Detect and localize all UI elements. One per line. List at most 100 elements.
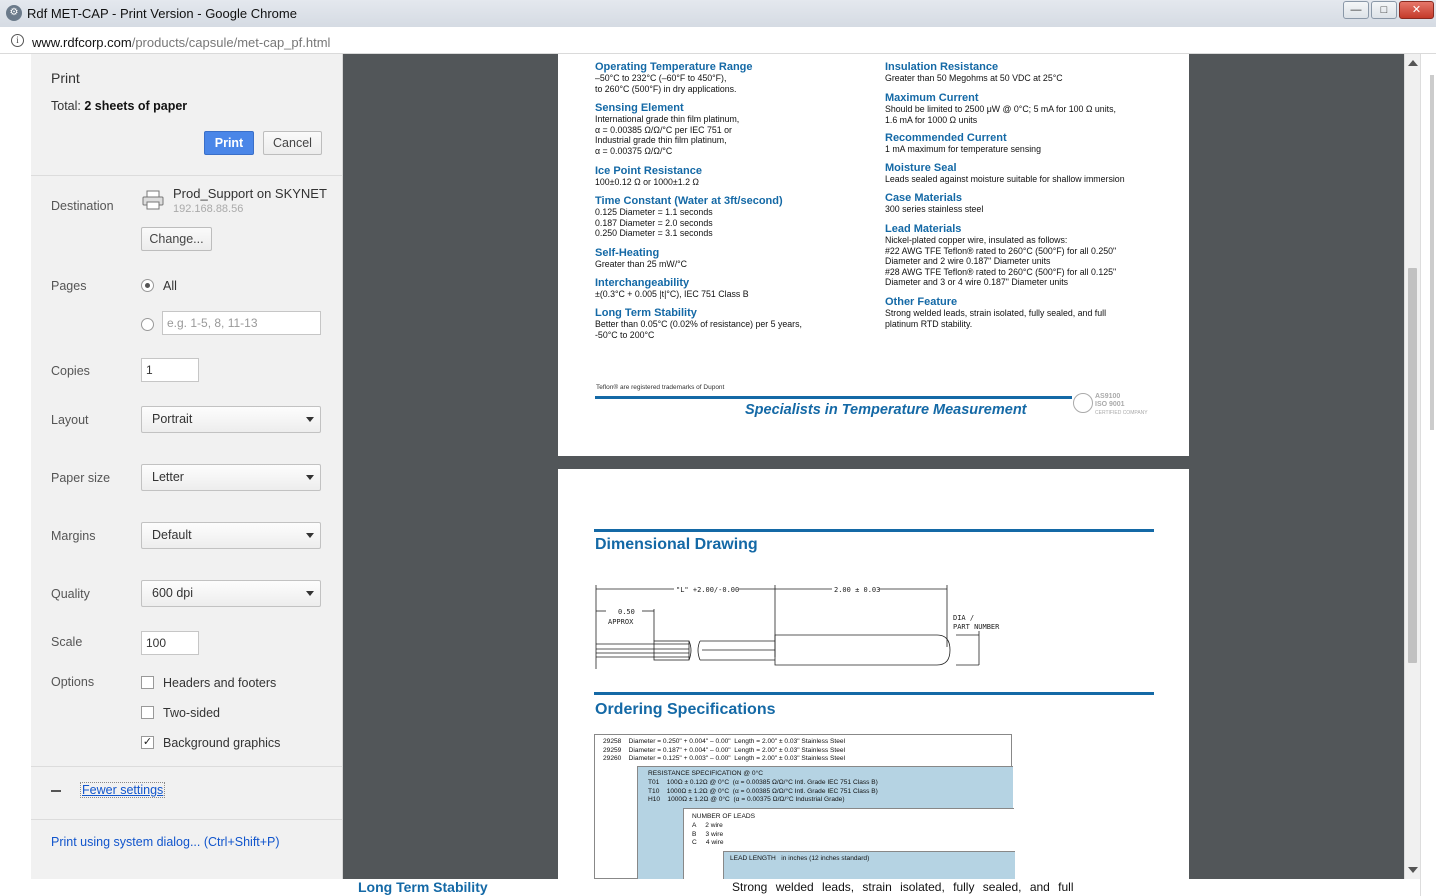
spec-heading: Other Feature xyxy=(885,296,958,308)
pages-all-radio[interactable] xyxy=(141,279,154,292)
preview-scrollbar-thumb[interactable] xyxy=(1408,268,1417,663)
spec-block: Maximum Current Should be limited to 2500… xyxy=(885,92,1165,125)
ordering-table: 29258 Diameter = 0.250" + 0.004" – 0.00"… xyxy=(594,734,1015,879)
page-scrollbar-thumb[interactable] xyxy=(1430,75,1434,430)
spec-block: Recommended Current 1 mA maximum for temp… xyxy=(885,132,1165,155)
change-destination-button[interactable]: Change... xyxy=(141,227,212,251)
print-heading: Print xyxy=(51,70,80,86)
info-icon[interactable]: i xyxy=(11,34,24,47)
destination-ip: 192.168.88.56 xyxy=(173,203,244,215)
headers-footers-checkbox[interactable] xyxy=(141,676,154,689)
footer-slogan: Specialists in Temperature Measurement xyxy=(745,402,1027,418)
leads-title: NUMBER OF LEADS xyxy=(692,813,756,820)
margins-label: Margins xyxy=(51,529,96,543)
page-left-margin xyxy=(0,54,31,896)
destination-name: Prod_Support on SKYNET xyxy=(173,186,327,201)
model-row: 29258 Diameter = 0.250" + 0.004" – 0.00"… xyxy=(603,738,846,745)
printer-icon xyxy=(142,190,164,210)
print-button[interactable]: Print xyxy=(204,131,254,155)
margins-value: Default xyxy=(152,528,192,542)
section-rule xyxy=(594,692,1154,695)
total-label: Total: xyxy=(51,99,85,113)
background-graphics-checkbox[interactable]: ✓ xyxy=(141,736,154,749)
pages-custom-radio[interactable] xyxy=(141,318,154,331)
pages-range-input[interactable]: e.g. 1-5, 8, 11-13 xyxy=(162,311,321,335)
tip-dimension-label: 2.00 ± 0.03 xyxy=(834,586,880,594)
address-bar[interactable]: i www.rdfcorp.com/products/capsule/met-c… xyxy=(0,27,1436,54)
spec-heading: Operating Temperature Range xyxy=(595,61,753,73)
footer-rule xyxy=(595,396,1072,399)
url-path: /products/capsule/met-cap_pf.html xyxy=(131,35,331,50)
scale-label: Scale xyxy=(51,635,83,649)
spec-heading: Moisture Seal xyxy=(885,162,957,174)
spec-heading: Ice Point Resistance xyxy=(595,165,702,177)
spec-block: Insulation Resistance Greater than 50 Meg… xyxy=(885,61,1165,84)
copies-input[interactable]: 1 xyxy=(141,358,199,382)
two-sided-checkbox[interactable] xyxy=(141,706,154,719)
leads-row: A 2 wire xyxy=(692,822,723,829)
cert-company: CERTIFIED COMPANY xyxy=(1095,410,1148,416)
layout-select[interactable]: Portrait xyxy=(141,406,321,433)
print-preview-area: Operating Temperature Range –50°C to 232°… xyxy=(343,54,1404,879)
spec-block: Long Term Stability Better than 0.05°C (0… xyxy=(595,307,875,340)
destination-label: Destination xyxy=(51,199,114,213)
collapse-icon[interactable] xyxy=(51,790,61,792)
print-header: Print Total: 2 sheets of paper Print Can… xyxy=(31,54,342,176)
pages-all-label: All xyxy=(163,279,177,293)
spec-text: ±(0.3°C + 0.005 |t|°C), IEC 751 Class B xyxy=(595,289,749,299)
spec-block: Interchangeability ±(0.3°C + 0.005 |t|°C)… xyxy=(595,277,875,300)
resistance-row: T10 1000Ω ± 1.2Ω @ 0°C (α = 0.00385 Ω/Ω/… xyxy=(648,787,878,795)
spec-block: Self-Heating Greater than 25 mW/°C xyxy=(595,247,875,270)
spec-heading: Case Materials xyxy=(885,192,963,204)
spec-heading: Maximum Current xyxy=(885,92,979,104)
spec-block: Ice Point Resistance 100±0.12 Ω or 1000±1… xyxy=(595,165,875,188)
scroll-up-icon[interactable] xyxy=(1408,60,1418,66)
spec-text: International grade thin film platinum, … xyxy=(595,114,740,156)
url-host: www.rdfcorp.com xyxy=(32,35,132,50)
approx-value-label: 0.50 xyxy=(618,608,635,616)
resistance-row: T01 100Ω ± 0.12Ω @ 0°C (α = 0.00385 Ω/Ω/… xyxy=(648,779,878,786)
headers-footers-label: Headers and footers xyxy=(163,676,277,690)
spec-text: Nickel-plated copper wire, insulated as … xyxy=(885,235,1117,288)
paper-size-select[interactable]: Letter xyxy=(141,464,321,491)
dimensional-drawing-title: Dimensional Drawing xyxy=(595,536,758,553)
system-dialog-link[interactable]: Print using system dialog... (Ctrl+Shift… xyxy=(51,835,280,849)
spec-text: Better than 0.05°C (0.02% of resistance)… xyxy=(595,319,802,340)
close-button[interactable]: ✕ xyxy=(1399,1,1434,19)
chrome-app-icon: ⚙ xyxy=(6,5,22,21)
cancel-button[interactable]: Cancel xyxy=(263,131,322,155)
chevron-down-icon xyxy=(306,417,314,422)
spec-heading: Sensing Element xyxy=(595,102,684,114)
pages-label: Pages xyxy=(51,279,87,293)
margins-select[interactable]: Default xyxy=(141,522,321,549)
part-number-label: PART NUMBER xyxy=(953,623,1000,631)
scale-input[interactable]: 100 xyxy=(141,631,199,655)
spec-text: 0.125 Diameter = 1.1 seconds 0.187 Diame… xyxy=(595,207,713,239)
maximize-button[interactable]: □ xyxy=(1371,1,1397,19)
chevron-down-icon xyxy=(306,533,314,538)
resistance-row: H10 1000Ω ± 1.2Ω @ 0°C (α = 0.00375 Ω/Ω/… xyxy=(648,796,845,803)
fewer-settings-link[interactable]: Fewer settings xyxy=(80,782,166,798)
scroll-down-icon[interactable] xyxy=(1408,867,1418,873)
quality-value: 600 dpi xyxy=(152,586,194,600)
two-sided-label: Two-sided xyxy=(163,706,220,720)
underlying-page-content: Long Term Stability Strong welded leads,… xyxy=(31,879,1420,896)
minimize-button[interactable]: — xyxy=(1343,1,1369,19)
length-dimension-label: "L" +2.00/-0.00 xyxy=(676,586,739,594)
spec-heading: Lead Materials xyxy=(885,223,962,235)
lead-length-label: LEAD LENGTH in inches (12 inches standar… xyxy=(730,855,870,862)
dia-label: DIA / xyxy=(953,614,974,622)
preview-scrollbar[interactable] xyxy=(1404,54,1420,879)
spec-text: 1 mA maximum for temperature sensing xyxy=(885,144,1041,154)
paper-size-label: Paper size xyxy=(51,471,111,485)
window-titlebar: ⚙ Rdf MET-CAP - Print Version - Google C… xyxy=(0,0,1436,27)
spec-text: –50°C to 232°C (–60°F to 450°F), to 260°… xyxy=(595,73,737,94)
ordering-specifications-title: Ordering Specifications xyxy=(595,701,776,718)
spec-block: Moisture Seal Leads sealed against moistu… xyxy=(885,162,1165,185)
url-field[interactable]: www.rdfcorp.com/products/capsule/met-cap… xyxy=(32,35,330,50)
quality-select[interactable]: 600 dpi xyxy=(141,580,321,607)
spec-text: Should be limited to 2500 μW @ 0°C; 5 mA… xyxy=(885,104,1116,125)
background-graphics-label: Background graphics xyxy=(163,736,281,750)
section-rule xyxy=(594,529,1154,532)
spec-heading: Self-Heating xyxy=(595,247,660,259)
